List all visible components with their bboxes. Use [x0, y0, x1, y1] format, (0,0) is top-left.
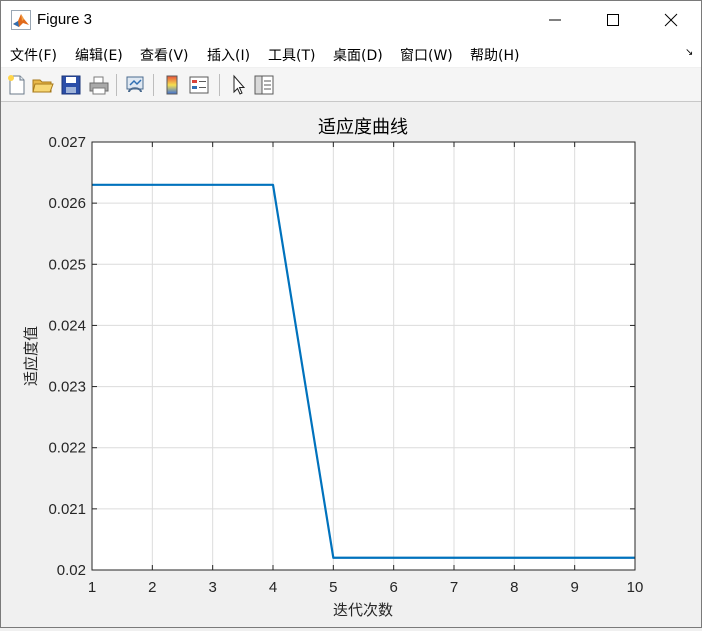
- x-tick-label: 1: [88, 579, 96, 596]
- matlab-logo-icon: [11, 10, 31, 30]
- new-figure-icon[interactable]: [5, 73, 29, 97]
- legend-icon[interactable]: [187, 73, 211, 97]
- dock-arrow-icon[interactable]: ↘: [685, 47, 693, 58]
- window-title: Figure 3: [37, 11, 93, 28]
- menu-bar: 文件(F) 编辑(E) 查看(V) 插入(I) 工具(T) 桌面(D) 窗口(W…: [1, 39, 701, 67]
- x-tick-label: 2: [148, 579, 156, 596]
- menu-insert[interactable]: 插入(I): [207, 45, 250, 65]
- close-icon: [664, 13, 678, 27]
- figure-canvas: 1 2 3 4 5 6 7 8 9 10 0.02 0.021 0.022 0.023 0.024 0.025…: [1, 102, 701, 627]
- menu-window[interactable]: 窗口(W): [400, 45, 453, 65]
- x-tick-label: 9: [570, 579, 578, 596]
- save-icon[interactable]: [59, 73, 83, 97]
- maximize-icon: [607, 14, 619, 26]
- figure-toolbar: [1, 68, 701, 102]
- x-tick-label: 10: [627, 579, 644, 596]
- menu-view[interactable]: 查看(V): [140, 45, 189, 65]
- x-axis-label: 迭代次数: [333, 602, 393, 619]
- y-tick-label: 0.021: [48, 501, 86, 518]
- toolbar-separator: [219, 74, 220, 96]
- plot-area: [92, 142, 635, 570]
- pointer-icon[interactable]: [226, 73, 250, 97]
- property-inspector-icon[interactable]: [252, 73, 276, 97]
- y-tick-label: 0.024: [48, 317, 86, 334]
- x-tick-label: 8: [510, 579, 518, 596]
- figure-window: Figure 3 文件(F) 编辑(E) 查看(V) 插入(I) 工具(T) 桌…: [0, 0, 702, 628]
- colorbar-icon[interactable]: [160, 73, 184, 97]
- y-tick-label: 0.022: [48, 440, 86, 457]
- open-file-icon[interactable]: [31, 73, 55, 97]
- y-tick-label: 0.026: [48, 195, 86, 212]
- menu-tools[interactable]: 工具(T): [268, 45, 315, 65]
- y-tick-label: 0.025: [48, 256, 86, 273]
- x-tick-label: 3: [208, 579, 216, 596]
- y-tick-label: 0.027: [48, 134, 86, 151]
- minimize-button[interactable]: [526, 1, 584, 39]
- title-bar[interactable]: Figure 3: [1, 1, 701, 39]
- maximize-button[interactable]: [584, 1, 642, 39]
- y-tick-label: 0.02: [57, 562, 86, 579]
- x-tick-label: 7: [450, 579, 458, 596]
- minimize-icon: [549, 19, 561, 21]
- link-plot-icon[interactable]: [123, 73, 147, 97]
- toolbar-separator: [116, 74, 117, 96]
- x-tick-label: 5: [329, 579, 337, 596]
- x-tick-label: 6: [389, 579, 397, 596]
- y-tick-label: 0.023: [48, 379, 86, 396]
- menu-desktop[interactable]: 桌面(D): [333, 45, 383, 65]
- menu-edit[interactable]: 编辑(E): [75, 45, 123, 65]
- y-axis-label: 适应度值: [22, 326, 40, 386]
- chart-title: 适应度曲线: [318, 117, 408, 137]
- menu-help[interactable]: 帮助(H): [470, 45, 519, 65]
- x-tick-label: 4: [269, 579, 277, 596]
- toolbar-separator: [153, 74, 154, 96]
- print-icon[interactable]: [87, 73, 111, 97]
- fitness-chart: 1 2 3 4 5 6 7 8 9 10 0.02 0.021 0.022 0.023 0.024 0.025…: [22, 117, 644, 619]
- close-button[interactable]: [642, 1, 700, 39]
- menu-file[interactable]: 文件(F): [10, 45, 57, 65]
